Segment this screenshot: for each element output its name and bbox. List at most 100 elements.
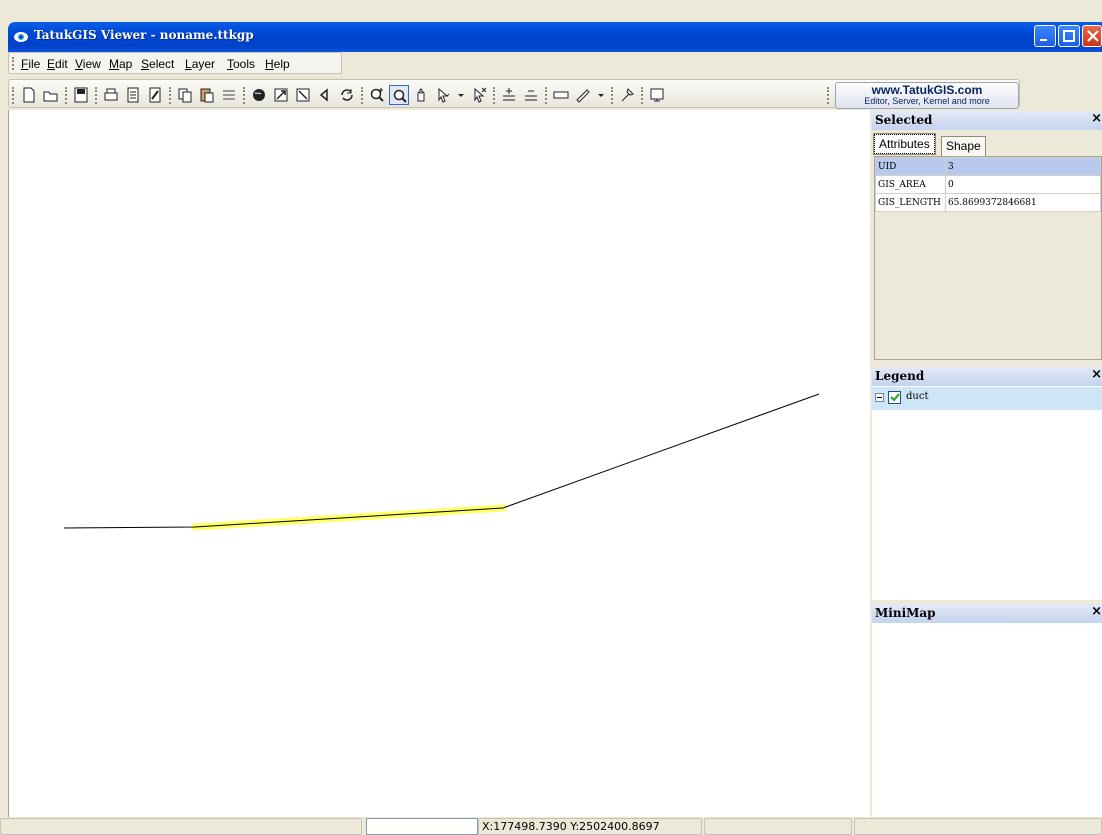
legend-layer-row[interactable]: duct [872, 387, 1102, 410]
status-bar: X:177498.7390 Y:2502400.8697 [0, 817, 1102, 835]
info-button[interactable] [617, 85, 637, 105]
toolbar-grip[interactable] [95, 87, 97, 104]
layer-visibility-checkbox[interactable] [888, 391, 901, 404]
table-row[interactable]: GIS_AREA 0 [875, 175, 1102, 194]
toolbar-grip[interactable] [493, 87, 495, 104]
new-button[interactable] [19, 85, 39, 105]
toolbar-grip[interactable] [243, 87, 245, 104]
open-icon [43, 91, 58, 102]
menu-view[interactable]: View [75, 57, 101, 71]
zoom-in-button[interactable] [367, 85, 387, 105]
remove-line-icon [525, 90, 537, 101]
legend-panel: duct [872, 386, 1102, 600]
select-icon [438, 87, 450, 103]
toolbar-strip: www.TatukGIS.com Editor, Server, Kernel … [8, 79, 1020, 109]
refresh-icon [341, 89, 353, 101]
globe-icon [253, 89, 265, 101]
duct-line-feature [63, 393, 820, 529]
zoom-icon [393, 89, 407, 103]
attribute-value[interactable]: 0 [944, 175, 1102, 194]
properties-button[interactable] [647, 85, 667, 105]
window-titlebar[interactable]: TatukGIS Viewer - noname.ttkgp [8, 22, 1102, 52]
print-preview-icon [127, 87, 139, 103]
toolbar-grip[interactable] [545, 87, 547, 104]
remove-line-button[interactable] [521, 85, 541, 105]
menu-map[interactable]: Map [109, 57, 132, 71]
select-dropdown[interactable] [455, 85, 467, 105]
minimize-button[interactable] [1034, 25, 1056, 47]
chevron-down-icon [598, 94, 604, 97]
copy-button[interactable] [175, 85, 195, 105]
export-icon [149, 87, 161, 103]
ruler-dropdown[interactable] [595, 85, 607, 105]
add-line-icon [503, 88, 515, 101]
deselect-button[interactable] [469, 85, 489, 105]
legend-layer-name: duct [906, 391, 929, 402]
select-button[interactable] [433, 85, 453, 105]
table-row[interactable]: GIS_LENGTH 65.8699372846681 [875, 193, 1102, 212]
toolbar-grip[interactable] [169, 87, 171, 104]
ruler-button[interactable] [573, 85, 593, 105]
toolbar-grip[interactable] [361, 87, 363, 104]
tab-attributes[interactable]: Attributes [873, 133, 936, 155]
menu-bar: File Edit View Map Select Layer Tools He… [8, 52, 342, 74]
layers-button[interactable] [219, 85, 239, 105]
main-toolbar: www.TatukGIS.com Editor, Server, Kernel … [8, 78, 1102, 110]
measure-button[interactable] [551, 85, 571, 105]
toolbar-grip[interactable] [611, 87, 613, 104]
save-button[interactable] [71, 85, 91, 105]
toolbar-grip[interactable] [12, 87, 14, 104]
maximize-button[interactable] [1058, 25, 1080, 47]
globe-button[interactable] [249, 85, 269, 105]
menu-edit[interactable]: Edit [47, 57, 68, 71]
status-input-field[interactable] [366, 818, 478, 835]
toolbar-grip[interactable] [65, 87, 67, 104]
refresh-button[interactable] [337, 85, 357, 105]
menu-tools[interactable]: Tools [227, 57, 255, 71]
tatukgis-website-link[interactable]: www.TatukGIS.com Editor, Server, Kernel … [835, 82, 1019, 109]
back-button[interactable] [315, 85, 335, 105]
selected-panel: Attributes Shape UID 3 GIS_AREA 0 GIS_LE… [872, 130, 1102, 361]
menu-file[interactable]: File [21, 57, 40, 71]
paste-button[interactable] [197, 85, 217, 105]
tatukgis-url: www.TatukGIS.com [871, 83, 983, 97]
pan-icon [417, 88, 425, 102]
paste-icon [200, 88, 214, 103]
window-title: TatukGIS Viewer - noname.ttkgp [34, 28, 254, 42]
menu-layer[interactable]: Layer [185, 57, 215, 71]
layers-icon [223, 90, 235, 100]
menubar-grip[interactable] [12, 57, 14, 70]
add-line-button[interactable] [499, 85, 519, 105]
zoom-extent-button[interactable] [271, 85, 291, 105]
selected-panel-close-icon[interactable]: × [1091, 111, 1102, 126]
minimap-panel-close-icon[interactable]: × [1091, 604, 1102, 619]
zoom-layer-button[interactable] [293, 85, 313, 105]
print-preview-button[interactable] [123, 85, 143, 105]
close-button[interactable] [1082, 25, 1102, 47]
pan-button[interactable] [411, 85, 431, 105]
chevron-down-icon [458, 94, 464, 97]
tab-shape[interactable]: Shape [941, 136, 986, 156]
toolbar-grip[interactable] [827, 87, 829, 104]
collapse-icon[interactable] [875, 393, 884, 402]
print-icon [104, 88, 118, 101]
zoom-button[interactable] [389, 85, 409, 105]
deselect-icon [474, 87, 487, 103]
attribute-value[interactable]: 65.8699372846681 [944, 193, 1102, 212]
zoom-layer-icon [296, 88, 310, 102]
attributes-grid[interactable]: UID 3 GIS_AREA 0 GIS_LENGTH 65.869937284… [874, 156, 1102, 360]
attribute-key: GIS_LENGTH [875, 193, 946, 212]
toolbar-grip[interactable] [641, 87, 643, 104]
open-button[interactable] [41, 85, 61, 105]
legend-panel-close-icon[interactable]: × [1091, 367, 1102, 382]
measure-icon [553, 91, 569, 99]
map-canvas[interactable] [8, 110, 870, 817]
table-row[interactable]: UID 3 [875, 157, 1102, 176]
export-button[interactable] [145, 85, 165, 105]
minimap-canvas[interactable] [872, 623, 1102, 817]
status-pane [704, 818, 852, 835]
menu-help[interactable]: Help [265, 57, 290, 71]
attribute-value[interactable]: 3 [944, 157, 1102, 176]
print-button[interactable] [101, 85, 121, 105]
menu-select[interactable]: Select [141, 57, 174, 71]
